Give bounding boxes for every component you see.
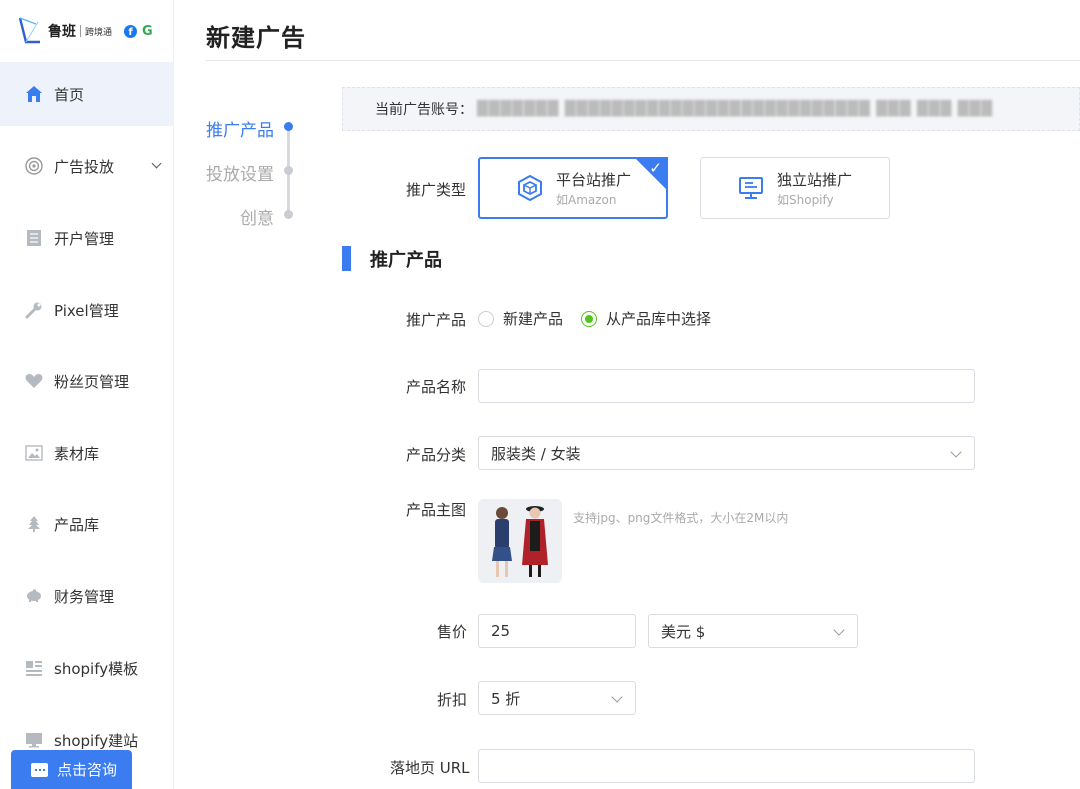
category-label: 产品分类 <box>406 446 467 464</box>
currency-select[interactable]: 美元 $ <box>648 614 858 648</box>
step-creative[interactable]: 创意 <box>240 204 274 229</box>
sidebar-item-label: 财务管理 <box>54 587 115 606</box>
image-icon <box>24 443 44 463</box>
category-select[interactable]: 服装类 / 女装 <box>478 436 975 470</box>
discount-value: 5 折 <box>491 689 521 708</box>
chevron-down-icon[interactable] <box>151 158 162 169</box>
radio-label[interactable]: 从产品库中选择 <box>606 308 711 329</box>
piggy-bank-icon <box>24 586 44 606</box>
card-title: 平台站推广 <box>556 170 632 189</box>
promo-type-platform-card[interactable]: 平台站推广 如Amazon ✓ <box>478 157 668 219</box>
chevron-down-icon <box>833 624 845 636</box>
monitor-icon <box>24 730 44 750</box>
chat-icon <box>31 762 48 777</box>
section-accent-bar <box>342 246 351 271</box>
sidebar: 鲁班 跨境通 f G 首页 广告投放 开户管理 Pixel管理 粉丝页管理 素材… <box>0 0 174 789</box>
google-icon: G <box>142 23 153 39</box>
home-icon <box>24 84 44 104</box>
category-value: 服装类 / 女装 <box>491 444 581 463</box>
product-name-label: 产品名称 <box>406 378 467 396</box>
header-divider <box>206 60 1080 61</box>
sidebar-item-assets[interactable]: 素材库 <box>0 421 174 485</box>
chevron-down-icon <box>950 446 962 458</box>
sidebar-item-product-library[interactable]: 产品库 <box>0 492 174 556</box>
price-label: 售价 <box>437 623 468 641</box>
price-input[interactable]: 25 <box>478 614 636 648</box>
luban-logo-icon <box>18 17 40 44</box>
target-icon <box>24 156 44 176</box>
card-subtitle: 如Amazon <box>556 192 617 207</box>
consult-button[interactable]: 点击咨询 <box>11 750 132 789</box>
product-photo-icon <box>478 499 562 583</box>
monitor-icon <box>739 177 763 199</box>
consult-label: 点击咨询 <box>57 761 118 779</box>
sidebar-item-shopify-template[interactable]: shopify模板 <box>0 636 174 700</box>
brand-logo[interactable]: 鲁班 跨境通 f G <box>0 0 174 62</box>
card-subtitle: 如Shopify <box>777 192 834 207</box>
radio-new-product[interactable] <box>478 310 494 327</box>
sidebar-item-home[interactable]: 首页 <box>0 62 174 126</box>
step-delivery-settings[interactable]: 投放设置 <box>206 160 274 185</box>
main-image-label: 产品主图 <box>406 501 467 519</box>
brand-subtitle: 跨境通 <box>85 27 113 38</box>
sidebar-item-label: 首页 <box>54 85 85 104</box>
card-title: 独立站推广 <box>777 170 853 189</box>
sidebar-item-label: 开户管理 <box>54 229 115 248</box>
product-main-image[interactable] <box>478 499 562 583</box>
heart-icon <box>24 371 44 391</box>
wrench-icon <box>24 300 44 320</box>
chevron-down-icon <box>611 691 623 703</box>
sidebar-item-fan-page[interactable]: 粉丝页管理 <box>0 349 174 413</box>
page-title: 新建广告 <box>206 24 306 52</box>
sidebar-item-account-opening[interactable]: 开户管理 <box>0 206 174 270</box>
sidebar-item-label: 素材库 <box>54 444 100 463</box>
sidebar-item-label: Pixel管理 <box>54 301 119 320</box>
sidebar-item-label: 产品库 <box>54 515 100 534</box>
promo-type-label: 推广类型 <box>406 181 467 199</box>
sidebar-item-label: 粉丝页管理 <box>54 372 130 391</box>
tree-icon <box>24 514 44 534</box>
landing-url-input[interactable] <box>478 749 975 783</box>
upload-hint: 支持jpg、png文件格式，大小在2M以内 <box>573 511 789 525</box>
step-dot-active <box>284 122 293 131</box>
sidebar-item-label: shopify模板 <box>54 659 139 678</box>
product-source-radio-group: 新建产品 从产品库中选择 <box>478 308 729 329</box>
account-label: 当前广告账号： <box>375 102 473 118</box>
radio-label[interactable]: 新建产品 <box>503 308 563 329</box>
step-dot <box>284 210 293 219</box>
document-icon <box>24 228 44 248</box>
sidebar-item-pixel[interactable]: Pixel管理 <box>0 278 174 342</box>
brand-divider <box>80 25 81 37</box>
sidebar-item-ad-delivery[interactable]: 广告投放 <box>0 134 174 198</box>
sidebar-item-label: shopify建站 <box>54 731 139 750</box>
check-icon: ✓ <box>649 159 662 177</box>
discount-select[interactable]: 5 折 <box>478 681 636 715</box>
currency-value: 美元 $ <box>661 622 706 641</box>
product-name-input[interactable] <box>478 369 975 403</box>
sidebar-item-finance[interactable]: 财务管理 <box>0 564 174 628</box>
section-title: 推广产品 <box>370 250 442 271</box>
cube-icon <box>518 174 542 202</box>
account-value: ███████ ██████████████████████████ ███ █… <box>477 101 993 117</box>
sidebar-item-label: 广告投放 <box>54 157 115 176</box>
product-source-label: 推广产品 <box>406 311 467 329</box>
discount-label: 折扣 <box>437 691 468 709</box>
current-account-bar: 当前广告账号： ███████ ████████████████████████… <box>342 87 1080 131</box>
promo-type-independent-card[interactable]: 独立站推广 如Shopify <box>700 157 890 219</box>
brand-name: 鲁班 <box>48 24 76 40</box>
template-icon <box>24 658 44 678</box>
facebook-icon: f <box>124 24 138 38</box>
step-dot <box>284 166 293 175</box>
step-promote-product[interactable]: 推广产品 <box>206 116 274 141</box>
radio-from-library[interactable] <box>581 310 598 327</box>
landing-url-label: 落地页 URL <box>390 759 470 777</box>
